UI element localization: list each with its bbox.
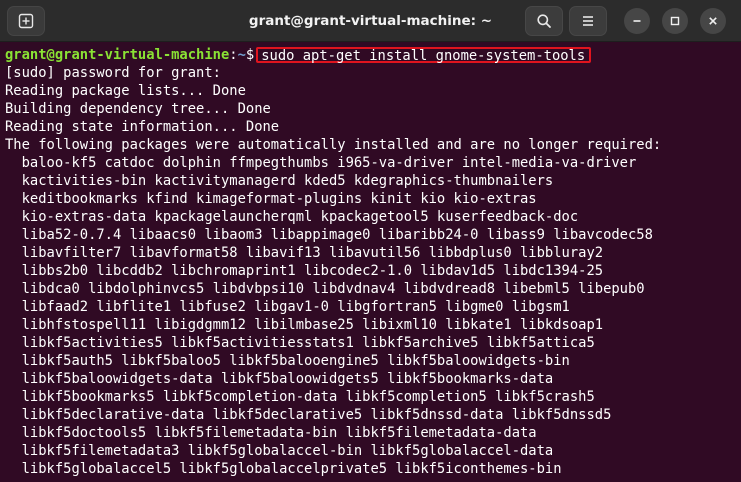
output-line: libkf5activities5 libkf5activitiesstats1… xyxy=(5,335,595,351)
output-line: [sudo] password for grant: xyxy=(5,65,221,81)
output-line: baloo-kf5 catdoc dolphin ffmpegthumbs i9… xyxy=(5,155,637,171)
prompt-symbol: $ xyxy=(245,47,255,63)
output-line: libkf5doctools5 libkf5filemetadata-bin l… xyxy=(5,425,537,441)
window-title: grant@grant-virtual-machine: ~ xyxy=(248,13,493,29)
hamburger-menu-icon xyxy=(581,14,595,28)
command-highlight: sudo apt-get install gnome-system-tools xyxy=(256,47,592,64)
output-line: The following packages were automaticall… xyxy=(5,137,662,153)
output-line: libavfilter7 libavformat58 libavif13 lib… xyxy=(5,245,604,261)
output-line: libkf5auth5 libkf5baloo5 libkf5balooengi… xyxy=(5,353,570,369)
close-button[interactable] xyxy=(700,8,726,34)
prompt-user-host: grant@grant-virtual-machine xyxy=(5,47,230,63)
title-bar[interactable]: grant@grant-virtual-machine: ~ xyxy=(0,0,741,42)
new-tab-icon xyxy=(18,13,34,29)
output-line: liba52-0.7.4 libaacs0 libaom3 libappimag… xyxy=(5,227,653,243)
output-line: kio-extras-data kpackagelauncherqml kpac… xyxy=(5,209,579,225)
close-icon xyxy=(707,15,719,27)
terminal-lines: grant@grant-virtual-machine:~$ sudo apt-g… xyxy=(5,46,661,478)
output-line: libkf5baloowidgets-data libkf5baloowidge… xyxy=(5,371,554,387)
menu-button[interactable] xyxy=(569,6,607,36)
minimize-button[interactable] xyxy=(624,8,650,34)
output-line: libbs2b0 libcddb2 libchromaprint1 libcod… xyxy=(5,263,604,279)
prompt-line: grant@grant-virtual-machine:~$ sudo apt-g… xyxy=(5,46,661,64)
prompt-separator: : xyxy=(229,47,238,63)
maximize-button[interactable] xyxy=(662,8,688,34)
terminal-output-area[interactable]: grant@grant-virtual-machine:~$ sudo apt-g… xyxy=(0,42,741,482)
output-line: libkf5declarative-data libkf5declarative… xyxy=(5,407,612,423)
output-line: keditbookmarks kfind kimageformat-plugin… xyxy=(5,191,537,207)
output-line: libkf5bookmarks5 libkf5completion-data l… xyxy=(5,389,595,405)
search-button[interactable] xyxy=(525,6,563,36)
output-line: libhfstospell11 libigdgmm12 libilmbase25… xyxy=(5,317,604,333)
output-line: libkf5filemetadata3 libkf5globalaccel-bi… xyxy=(5,443,554,459)
output-line: Building dependency tree... Done xyxy=(5,101,271,117)
minimize-icon xyxy=(631,15,643,27)
output-line: libkf5globalaccel5 libkf5globalaccelpriv… xyxy=(5,461,562,477)
output-line: libfaad2 libflite1 libfuse2 libgav1-0 li… xyxy=(5,299,570,315)
terminal-window: grant@grant-virtual-machine: ~ grant@gra… xyxy=(0,0,741,482)
prompt-path: ~ xyxy=(237,47,246,63)
maximize-icon xyxy=(669,15,681,27)
output-line: libdca0 libdolphinvcs5 libdvbpsi10 libdv… xyxy=(5,281,645,297)
output-line: Reading package lists... Done xyxy=(5,83,246,99)
new-tab-button[interactable] xyxy=(7,6,45,36)
search-icon xyxy=(536,13,552,29)
output-line: kactivities-bin kactivitymanagerd kded5 … xyxy=(5,173,554,189)
command-text: sudo apt-get install gnome-system-tools xyxy=(261,48,586,64)
output-line: Reading state information... Done xyxy=(5,119,280,135)
